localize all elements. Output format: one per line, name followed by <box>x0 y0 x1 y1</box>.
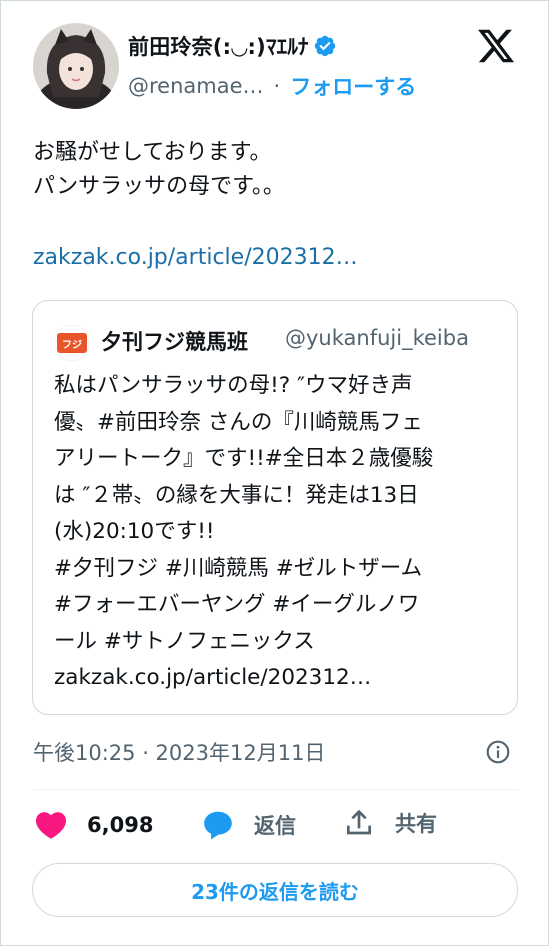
info-icon[interactable] <box>485 739 511 765</box>
like-count: 6,098 <box>87 813 154 837</box>
tweet-text-line: お騒がせしております。 <box>33 140 272 165</box>
quote-text-line: #夕刊フジ #川崎競馬 #ゼルトザーム <box>54 555 423 581</box>
x-logo-icon[interactable] <box>476 26 516 66</box>
quote-text-line: (水)20:10です!! <box>54 519 215 544</box>
quote-text-line: 私はパンサラッサの母!? ″ウマ好き声 <box>54 373 413 398</box>
reply-button[interactable]: 返信 <box>200 807 296 843</box>
quoted-tweet[interactable]: フジ 夕刊フジ競馬班 @yukanfuji_keiba 私はパンサラッサの母!?… <box>32 300 518 715</box>
author-handle-row: @renamae… · フォローする <box>128 71 416 101</box>
quote-author-handle: @yukanfuji_keiba <box>285 326 469 350</box>
quote-author-name: 夕刊フジ競馬班 <box>101 330 248 354</box>
quote-text-line: #フォーエバーヤング #イーグルノワ <box>54 592 420 617</box>
quote-text-line: は ″２帯〟の縁を大事に！発走は13日 <box>54 482 419 508</box>
svg-text:フジ: フジ <box>62 339 82 351</box>
divider <box>33 789 519 790</box>
follow-button[interactable]: フォローする <box>290 71 416 101</box>
separator-dot: · <box>273 74 281 98</box>
quote-author-avatar: フジ <box>54 325 90 361</box>
reply-label: 返信 <box>254 814 296 838</box>
tweet-text-line: パンサラッサの母です。。 <box>33 174 285 199</box>
share-button[interactable]: 共有 <box>343 807 437 839</box>
verified-badge-icon <box>314 35 335 57</box>
author-name[interactable]: 前田玲奈(:◡:)ﾏｴﾙﾅ <box>128 31 309 61</box>
author-avatar[interactable] <box>33 23 119 109</box>
share-label: 共有 <box>395 812 437 836</box>
quote-text-line: 優〟#前田玲奈 さんの『川崎競馬フェ <box>54 409 423 435</box>
tweet-link[interactable]: zakzak.co.jp/article/202312… <box>33 241 358 275</box>
like-button[interactable]: 6,098 <box>33 807 153 843</box>
timestamp[interactable]: 午後10:25 · 2023年12月11日 <box>33 737 325 767</box>
quote-text-line: zakzak.co.jp/article/202312… <box>54 665 372 690</box>
read-replies-button[interactable]: 23件の返信を読む <box>32 863 518 917</box>
tweet-text: お騒がせしております。 パンサラッサの母です。。 <box>33 136 513 204</box>
tweet-card: 前田玲奈(:◡:)ﾏｴﾙﾅ @renamae… · フォローする お騒がせしてお… <box>0 0 549 946</box>
author-name-row: 前田玲奈(:◡:)ﾏｴﾙﾅ <box>128 31 337 61</box>
heart-icon <box>35 812 67 839</box>
author-handle[interactable]: @renamae… <box>128 74 264 98</box>
quote-text: 私はパンサラッサの母!? ″ウマ好き声 優〟#前田玲奈 さんの『川崎競馬フェ ア… <box>54 368 502 697</box>
quote-text-line: ール #サトノフェニックス <box>54 628 315 654</box>
reply-bubble-icon <box>204 811 232 840</box>
quote-text-line: アリートーク』です!!#全日本２歳優駿 <box>54 446 434 471</box>
share-icon <box>347 809 371 835</box>
